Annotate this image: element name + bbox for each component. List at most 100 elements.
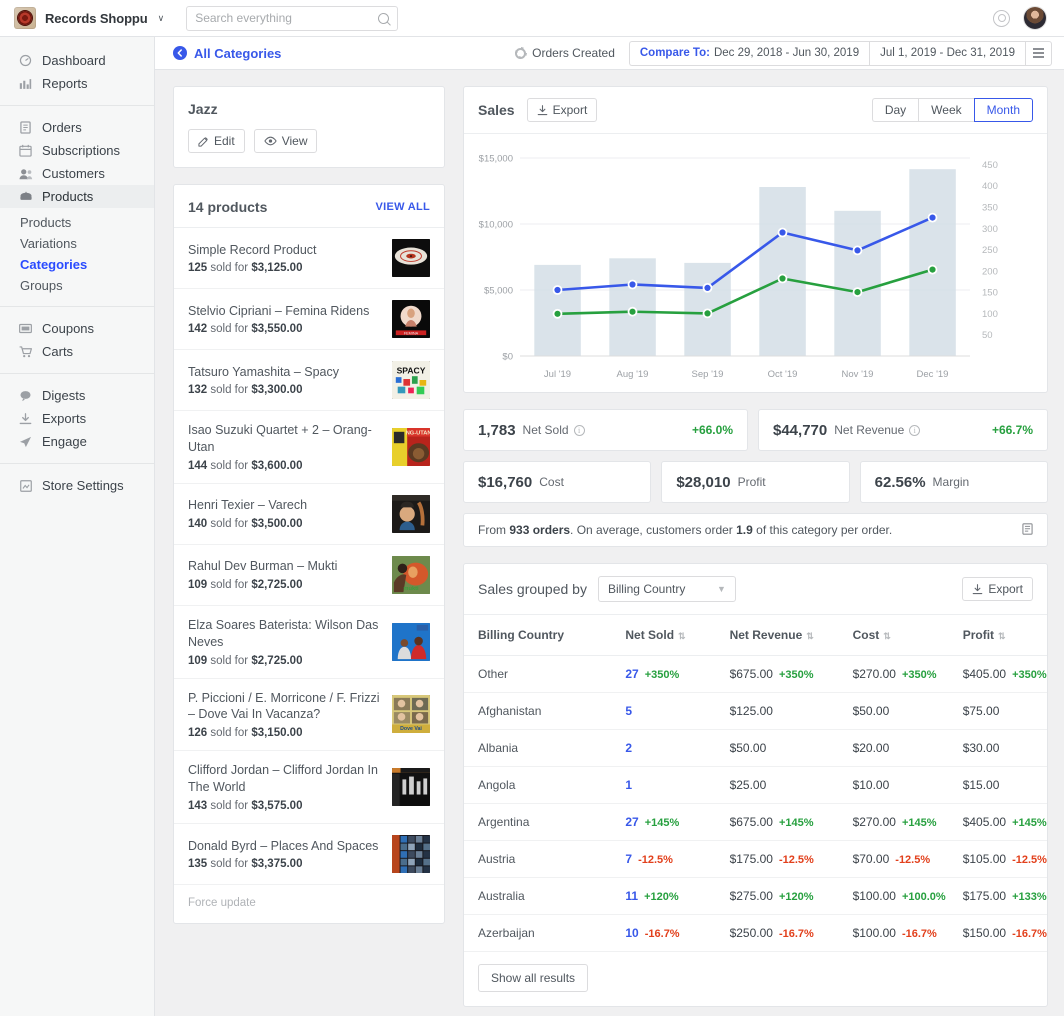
avatar[interactable] — [1024, 7, 1046, 29]
column-net-sold[interactable]: Net Sold ⇅ — [611, 615, 716, 656]
table-row[interactable]: Australia 11 +120% $275.00 +120% $100.00 +100.… — [464, 877, 1047, 915]
table-row[interactable]: Azerbaijan 10 -16.7% $250.00 -16.7% $100.00 -1… — [464, 914, 1047, 952]
net-sold-value[interactable]: 10 — [625, 926, 638, 940]
sidebar-item-products[interactable]: Products — [0, 185, 154, 208]
cell-country: Argentina — [464, 803, 612, 841]
product-amount: $3,500.00 — [251, 518, 303, 531]
product-row[interactable]: Tatsuro Yamashita – Spacy 132 sold for $3… — [174, 350, 444, 411]
product-row[interactable]: Donald Byrd – Places And Spaces 135 sold … — [174, 824, 444, 885]
product-row[interactable]: Clifford Jordan – Clifford Jordan In The… — [174, 751, 444, 824]
product-sales: 109 sold for $2,725.00 — [188, 579, 382, 591]
sales-chart[interactable]: $0 $5,000 $10,000 $15,000 50 100 150 200 250 300 3… — [472, 148, 1037, 386]
force-update-link[interactable]: Force update — [174, 885, 444, 923]
sidebar-subitem-products[interactable]: Products — [0, 212, 154, 233]
table-row[interactable]: Other 27 +350% $675.00 +350% $270.00 +350% $405… — [464, 655, 1047, 693]
net-sold-value[interactable]: 2 — [625, 741, 632, 755]
menu-icon[interactable] — [1025, 40, 1052, 66]
grouped-export-button[interactable]: Export — [962, 577, 1033, 601]
sort-icon: ⇅ — [678, 631, 685, 641]
view-button-label: View — [281, 134, 308, 148]
sidebar-item-coupons[interactable]: Coupons — [0, 317, 154, 340]
product-row[interactable]: Henri Texier – Varech 140 sold for $3,500… — [174, 484, 444, 545]
column-net-revenue[interactable]: Net Revenue ⇅ — [715, 615, 839, 656]
info-icon[interactable]: i — [909, 424, 921, 436]
compare-range-button[interactable]: Compare To: Dec 29, 2018 - Jun 30, 2019 — [628, 40, 870, 66]
interval-week[interactable]: Week — [918, 98, 974, 122]
interval-day[interactable]: Day — [871, 98, 919, 122]
table-row[interactable]: Austria 7 -12.5% $175.00 -12.5% $70.00 -12.5% $… — [464, 840, 1047, 878]
product-info: Simple Record Product 125 sold for $3,125… — [188, 242, 382, 275]
sidebar-item-engage[interactable]: Engage — [0, 430, 154, 453]
search-input[interactable] — [195, 11, 379, 25]
product-amount: $3,125.00 — [251, 262, 303, 275]
product-row[interactable]: Rahul Dev Burman – Mukti 109 sold for $2,… — [174, 545, 444, 606]
sidebar-divider — [0, 306, 154, 307]
net-sold-value[interactable]: 27 — [625, 815, 638, 829]
summary-card-profit[interactable]: $28,010 Profit — [661, 461, 850, 503]
sidebar-divider — [0, 373, 154, 374]
net-sold-value[interactable]: 27 — [625, 667, 638, 681]
date-range-button[interactable]: Jul 1, 2019 - Dec 31, 2019 — [869, 40, 1025, 66]
sidebar-item-store-settings[interactable]: Store Settings — [0, 474, 154, 497]
cell-cost: $10.00 — [838, 766, 949, 804]
sidebar-subitem-variations[interactable]: Variations — [0, 233, 154, 254]
sidebar-subitem-categories[interactable]: Categories — [0, 254, 154, 275]
net-sold-value[interactable]: 5 — [625, 704, 632, 718]
store-switcher[interactable]: Records Shoppu ∨ — [14, 7, 164, 29]
category-actions: Edit View — [188, 129, 430, 153]
sidebar-item-reports[interactable]: Reports — [0, 72, 154, 95]
sales-export-button[interactable]: Export — [526, 98, 598, 122]
svg-text:SPACY: SPACY — [397, 365, 426, 375]
sidebar-item-subscriptions[interactable]: Subscriptions — [0, 139, 154, 162]
summary-card-net-revenue[interactable]: $44,770 Net Revenue i +66.7% — [758, 409, 1048, 451]
sidebar-item-label: Store Settings — [42, 478, 124, 493]
summary-label: Net Revenue — [834, 423, 905, 437]
search-box[interactable] — [186, 5, 399, 31]
sidebar-item-exports[interactable]: Exports — [0, 407, 154, 430]
table-row[interactable]: Albania 2 $50.00 $20.00 $30.00 — [464, 729, 1047, 767]
summary-card-cost[interactable]: $16,760 Cost — [463, 461, 652, 503]
product-thumbnail — [392, 768, 430, 807]
help-icon[interactable] — [993, 9, 1010, 27]
net-sold-value[interactable]: 7 — [625, 852, 632, 866]
product-row[interactable]: P. Piccioni / E. Morricone / F. Frizzi –… — [174, 679, 444, 752]
chevron-down-icon: ∨ — [157, 12, 165, 23]
view-button[interactable]: View — [253, 129, 318, 153]
table-row[interactable]: Afghanistan 5 $125.00 $50.00 $75.00 — [464, 692, 1047, 730]
show-all-results-button[interactable]: Show all results — [478, 964, 589, 992]
view-all-link[interactable]: VIEW ALL — [375, 201, 430, 213]
back-arrow-icon[interactable] — [173, 46, 187, 60]
svg-text:Jul '19: Jul '19 — [544, 369, 571, 380]
list-icon[interactable] — [1022, 522, 1033, 538]
interval-month[interactable]: Month — [973, 98, 1033, 122]
table-row[interactable]: Argentina 27 +145% $675.00 +145% $270.00 +145%… — [464, 803, 1047, 841]
product-row[interactable]: Elza Soares Baterista: Wilson Das Neves 1… — [174, 606, 444, 679]
sidebar-item-orders[interactable]: Orders — [0, 116, 154, 139]
product-name: Simple Record Product — [188, 242, 317, 257]
cell-net-revenue: $275.00 +120% — [715, 877, 839, 915]
summary-card-net-sold[interactable]: 1,783 Net Sold i +66.0% — [463, 409, 748, 451]
sidebar-subitem-groups[interactable]: Groups — [0, 275, 154, 296]
info-icon[interactable]: i — [573, 424, 585, 436]
column-profit[interactable]: Profit ⇅ — [948, 615, 1047, 656]
product-row[interactable]: Isao Suzuki Quartet + 2 – Orang-Utan 144 … — [174, 411, 444, 484]
sidebar-item-customers[interactable]: Customers — [0, 162, 154, 185]
breadcrumb-all-categories[interactable]: All Categories — [194, 46, 281, 61]
delta-badge: -16.7% — [778, 928, 814, 940]
sidebar-item-digests[interactable]: Digests — [0, 384, 154, 407]
svg-text:$10,000: $10,000 — [479, 220, 513, 231]
product-row[interactable]: Stelvio Cipriani – Femina Ridens 142 sold… — [174, 289, 444, 350]
group-by-select[interactable]: Billing Country ▼ — [597, 576, 736, 602]
orders-created-toggle[interactable]: Orders Created — [515, 46, 615, 60]
sidebar-item-carts[interactable]: Carts — [0, 340, 154, 363]
edit-button[interactable]: Edit — [188, 129, 245, 153]
table-row[interactable]: Angola 1 $25.00 $10.00 $15.00 — [464, 766, 1047, 804]
sidebar-subitem-label: Groups — [20, 278, 63, 293]
net-sold-value[interactable]: 11 — [625, 889, 638, 903]
summary-card-margin[interactable]: 62.56% Margin — [859, 461, 1048, 503]
sidebar-item-dashboard[interactable]: Dashboard — [0, 49, 154, 72]
product-row[interactable]: Simple Record Product 125 sold for $3,125… — [174, 228, 444, 289]
column-cost[interactable]: Cost ⇅ — [838, 615, 949, 656]
grouped-table-footer: Show all results — [464, 952, 1047, 1006]
net-sold-value[interactable]: 1 — [625, 778, 632, 792]
